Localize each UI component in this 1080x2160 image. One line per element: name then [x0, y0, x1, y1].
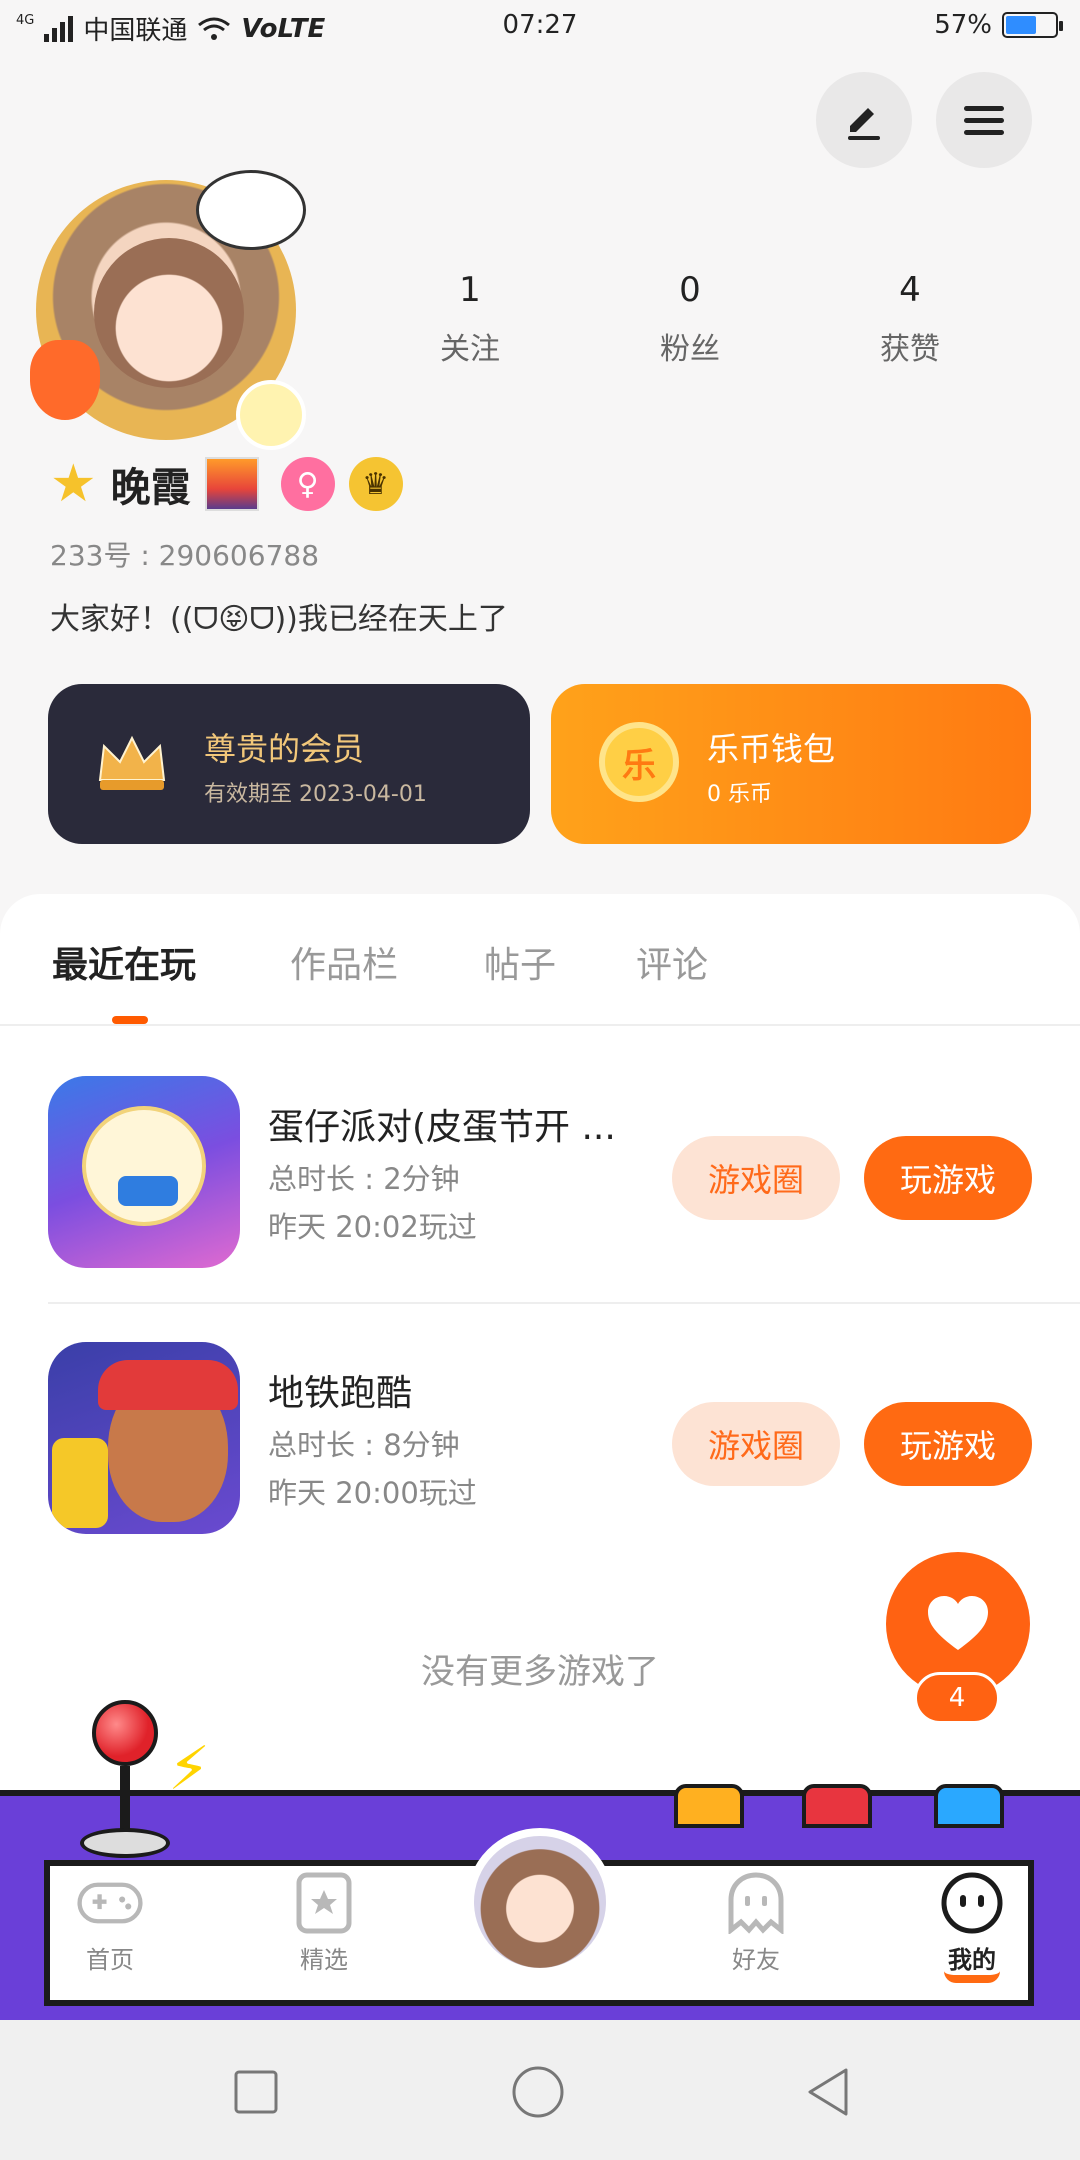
menu-button[interactable] — [936, 72, 1032, 168]
tab-indicator — [112, 1016, 148, 1024]
hamburger-icon — [964, 106, 1004, 135]
vip-expiry: 有效期至 2023-04-01 — [204, 782, 427, 807]
heart-icon — [928, 1596, 988, 1650]
vip-card[interactable]: 尊贵的会员 有效期至 2023-04-01 — [48, 684, 530, 844]
stat-following[interactable]: 1 关注 — [360, 270, 580, 368]
game-item[interactable]: 蛋仔派对(皮蛋节开 ... 总时长 : 2分钟 昨天 20:02玩过 游戏圈 玩… — [0, 1052, 1080, 1302]
game-name: 蛋仔派对(皮蛋节开 ... — [268, 1107, 616, 1148]
game-name: 地铁跑酷 — [268, 1373, 413, 1414]
ghost-icon — [723, 1870, 789, 1936]
star-icon: ★ — [50, 454, 97, 514]
tab-posts[interactable]: 帖子 — [484, 936, 556, 988]
wallet-card[interactable]: 乐 乐币钱包 0 乐币 — [551, 684, 1031, 844]
user-id: 233号 : 290606788 — [50, 539, 320, 572]
smile-icon — [939, 1870, 1005, 1936]
recent-apps-icon[interactable] — [228, 2064, 284, 2120]
game-circle-button[interactable]: 游戏圈 — [672, 1402, 840, 1486]
edit-profile-button[interactable] — [816, 72, 912, 168]
profile-avatar[interactable] — [30, 170, 306, 450]
nav-label: 我的 — [944, 1940, 1000, 1983]
nav-label: 精选 — [300, 1946, 348, 1974]
username: 晚霞 — [110, 465, 191, 511]
status-bar: 4G 中国联通 VoLTE 07:27 57% — [0, 0, 1080, 56]
play-game-button[interactable]: 玩游戏 — [864, 1136, 1032, 1220]
sunset-badge-icon — [204, 457, 259, 511]
stat-value: 4 — [899, 270, 921, 310]
back-triangle-icon[interactable] — [800, 2064, 856, 2120]
nav-home[interactable]: 首页 — [40, 1870, 180, 1975]
nav-avatar[interactable] — [466, 1828, 614, 1976]
like-count-badge: 4 — [914, 1672, 1000, 1724]
stat-fans[interactable]: 0 粉丝 — [580, 270, 800, 368]
stat-label: 粉丝 — [660, 332, 720, 367]
battery-percent: 57% — [934, 10, 992, 40]
system-nav-bar — [0, 2020, 1080, 2160]
star-card-icon — [291, 1870, 357, 1936]
gamepad-icon — [77, 1870, 143, 1936]
stat-value: 1 — [459, 270, 481, 310]
game-duration: 总时长 : 8分钟 — [268, 1428, 460, 1462]
game-icon-eggy — [48, 1076, 240, 1268]
tab-works[interactable]: 作品栏 — [290, 936, 398, 988]
wallet-title: 乐币钱包 — [707, 730, 836, 768]
game-icon-subway — [48, 1342, 240, 1534]
arcade-button-red — [802, 1784, 872, 1828]
tab-bar: 最近在玩 作品栏 帖子 评论 — [0, 894, 1080, 1026]
cat-decoration — [196, 170, 306, 250]
status-right: 57% — [934, 10, 1063, 40]
user-bio: 大家好！((ᗜ😝ᗜ))我已经在天上了 — [50, 602, 508, 637]
crown-icon — [98, 735, 166, 790]
nav-label: 好友 — [732, 1946, 780, 1974]
stat-value: 0 — [679, 270, 701, 310]
vip-title: 尊贵的会员 — [204, 730, 365, 768]
egg-decoration — [236, 380, 306, 450]
game-last-played: 昨天 20:02玩过 — [268, 1210, 477, 1244]
nav-featured[interactable]: 精选 — [254, 1870, 394, 1975]
female-icon: ♀ — [280, 457, 335, 511]
arcade-button-orange — [674, 1784, 744, 1828]
tab-recent[interactable]: 最近在玩 — [52, 936, 196, 988]
profile-stats: 1 关注 0 粉丝 4 获赞 — [360, 270, 1020, 368]
arcade-button-blue — [934, 1784, 1004, 1828]
battery-icon — [1002, 12, 1063, 38]
name-row: ★ 晚霞 ♀ ♛ — [50, 455, 403, 513]
nav-friends[interactable]: 好友 — [686, 1870, 826, 1975]
lightning-icon: ⚡ — [168, 1734, 211, 1804]
stat-label: 获赞 — [880, 332, 940, 367]
carrot-decoration — [30, 340, 100, 420]
game-last-played: 昨天 20:00玩过 — [268, 1476, 477, 1510]
stat-likes[interactable]: 4 获赞 — [800, 270, 1020, 368]
status-time: 07:27 — [502, 10, 578, 40]
pen-icon — [848, 108, 880, 140]
list-divider — [48, 1302, 1080, 1304]
nav-label: 首页 — [86, 1946, 134, 1974]
play-game-button[interactable]: 玩游戏 — [864, 1402, 1032, 1486]
wallet-balance: 0 乐币 — [707, 782, 772, 807]
game-duration: 总时长 : 2分钟 — [268, 1162, 460, 1196]
nav-me[interactable]: 我的 — [902, 1870, 1042, 1983]
home-circle-icon[interactable] — [510, 2064, 566, 2120]
coin-icon: 乐 — [599, 722, 679, 802]
avatar-face — [94, 238, 244, 388]
crown-badge-icon[interactable]: ♛ — [348, 457, 403, 511]
game-item[interactable]: 地铁跑酷 总时长 : 8分钟 昨天 20:00玩过 游戏圈 玩游戏 — [0, 1318, 1080, 1568]
tab-comments[interactable]: 评论 — [636, 936, 708, 988]
stat-label: 关注 — [440, 332, 500, 367]
game-circle-button[interactable]: 游戏圈 — [672, 1136, 840, 1220]
